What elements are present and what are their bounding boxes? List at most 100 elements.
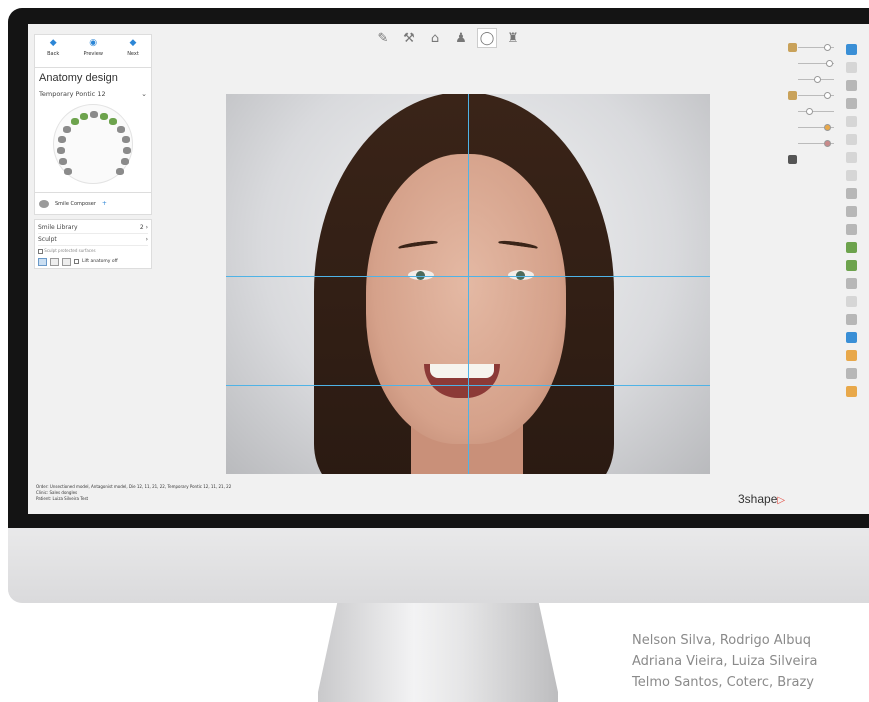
smile-library-value: 2 › — [139, 224, 148, 231]
slider[interactable] — [788, 74, 840, 86]
credit-line: Telmo Santos, Coterc, Brazy — [632, 675, 814, 690]
swap-icon[interactable] — [846, 80, 857, 91]
sculpt-label: Sculpt — [38, 236, 57, 243]
back-label: Back — [47, 51, 60, 57]
brand-logo: 3shape▷ — [738, 492, 786, 506]
pen-icon[interactable]: ✎ — [373, 28, 393, 48]
face — [366, 154, 566, 444]
add-icon: + — [101, 200, 107, 207]
tooth-icon — [123, 147, 131, 154]
fullscreen-icon[interactable] — [846, 62, 857, 73]
tooth-icon — [122, 136, 130, 143]
patient-photo[interactable] — [226, 94, 710, 474]
tooth-icon — [90, 111, 98, 118]
thumbnail-icon — [788, 91, 797, 100]
lift-anatomy-checkbox[interactable] — [74, 259, 79, 264]
arrow-left-icon: ◆ — [49, 38, 57, 48]
back-button[interactable]: ◆ Back — [47, 39, 59, 67]
right-eye — [508, 270, 534, 280]
tooth-icon[interactable]: ◯ — [477, 28, 497, 48]
smile-library-label: Smile Library — [38, 224, 78, 231]
smile-library-row[interactable]: Smile Library 2 › — [38, 222, 148, 234]
tooth-icon — [57, 147, 65, 154]
chevron-down-icon: ⌄ — [141, 90, 147, 98]
tools-icon[interactable]: ⚒ — [399, 28, 419, 48]
light-icon[interactable] — [846, 386, 857, 397]
anatomy-design-box: Anatomy design Temporary Pontic 12 ⌄ — [34, 68, 152, 193]
library-box: Smile Library 2 › Sculpt › Sculpt protec… — [34, 219, 152, 269]
page-title: Anatomy design — [39, 72, 118, 84]
eye-icon: ◉ — [89, 38, 98, 48]
tooth-icon — [63, 126, 71, 133]
slider[interactable] — [788, 42, 840, 54]
smooth-tool-icon[interactable] — [38, 257, 47, 266]
rotate-icon[interactable] — [846, 206, 857, 217]
dental-arch-diagram[interactable] — [53, 104, 133, 184]
tooth-icon — [117, 126, 125, 133]
logo-triangle-icon: ▷ — [777, 495, 786, 506]
palette-icon[interactable] — [846, 350, 857, 361]
next-button[interactable]: ◆ Next — [127, 39, 139, 67]
left-panel: ◆ Back ◉ Preview ◆ Next Anatomy design T… — [34, 34, 152, 274]
slider[interactable] — [788, 138, 840, 150]
teeth — [430, 364, 494, 378]
next-label: Next — [127, 51, 139, 57]
window-icon[interactable] — [846, 44, 857, 55]
smile-composer-label: Smile Composer — [55, 200, 96, 207]
tooth-icon — [121, 158, 129, 165]
ruler-icon[interactable] — [846, 314, 857, 325]
tooth-icon — [80, 113, 88, 120]
chevron-right-icon: › — [145, 236, 148, 243]
arrow-right-icon: ◆ — [129, 38, 137, 48]
scale-icon[interactable] — [846, 224, 857, 235]
sculpt-tools: Lift anatomy off — [38, 257, 148, 266]
smile-composer-button[interactable]: Smile Composer + — [34, 193, 152, 215]
slider[interactable] — [788, 90, 840, 102]
credit-text: Nelson Silva, Rodrigo Albuq Adriana Viei… — [632, 630, 817, 693]
lift-anatomy-label: Lift anatomy off — [82, 259, 118, 264]
order-info: Order: Unsectioned model, Antagonist mod… — [36, 484, 231, 502]
layer-icon[interactable] — [846, 134, 857, 145]
credit-line: Adriana Vieira, Luiza Silveira — [632, 654, 818, 669]
app-screen: ◆ Back ◉ Preview ◆ Next Anatomy design T… — [28, 24, 869, 514]
box-icon[interactable] — [846, 368, 857, 379]
tooth-selector[interactable]: Temporary Pontic 12 ⌄ — [39, 90, 147, 98]
tooth-icon[interactable] — [846, 242, 857, 253]
left-eye — [408, 270, 434, 280]
teeth-icon[interactable] — [846, 332, 857, 343]
layer-icon[interactable] — [846, 116, 857, 127]
slider-panel — [788, 42, 840, 182]
checkbox[interactable] — [38, 248, 43, 254]
move-icon[interactable] — [846, 188, 857, 199]
slider[interactable] — [788, 58, 840, 70]
user-icon[interactable] — [846, 260, 857, 271]
tooth-icon — [100, 113, 108, 120]
tooth-icon — [64, 168, 72, 175]
user-icon[interactable]: ♟ — [451, 28, 471, 48]
photo-icon[interactable] — [846, 278, 857, 289]
monitor-stand — [318, 603, 558, 702]
add-material-tool-icon[interactable] — [50, 257, 59, 266]
camera-icon[interactable] — [846, 98, 857, 109]
guide-line-vertical[interactable] — [468, 94, 469, 474]
preview-button[interactable]: ◉ Preview — [83, 39, 102, 67]
heart-icon[interactable] — [846, 296, 857, 307]
sculpt-protected-label[interactable]: Sculpt protected surfaces — [38, 248, 148, 254]
monitor-chin — [8, 528, 869, 603]
teeth-icon[interactable]: ⌂ — [425, 28, 445, 48]
layer-icon[interactable] — [846, 170, 857, 181]
slider[interactable] — [788, 106, 840, 118]
slider[interactable] — [788, 154, 840, 166]
top-toolbar: ✎ ⚒ ⌂ ♟ ◯ ♜ — [373, 24, 523, 52]
layer-icon[interactable] — [846, 152, 857, 163]
sculpt-row[interactable]: Sculpt › — [38, 234, 148, 246]
tooth-icon — [59, 158, 67, 165]
thumbnail-icon — [788, 155, 797, 164]
tooth-icon — [109, 118, 117, 125]
tooth-selector-value: Temporary Pontic 12 — [39, 90, 106, 98]
remove-material-tool-icon[interactable] — [62, 257, 71, 266]
tooth-icon — [71, 118, 79, 125]
slider[interactable] — [788, 122, 840, 134]
cup-icon[interactable]: ♜ — [503, 28, 523, 48]
credit-line: Nelson Silva, Rodrigo Albuq — [632, 633, 812, 648]
